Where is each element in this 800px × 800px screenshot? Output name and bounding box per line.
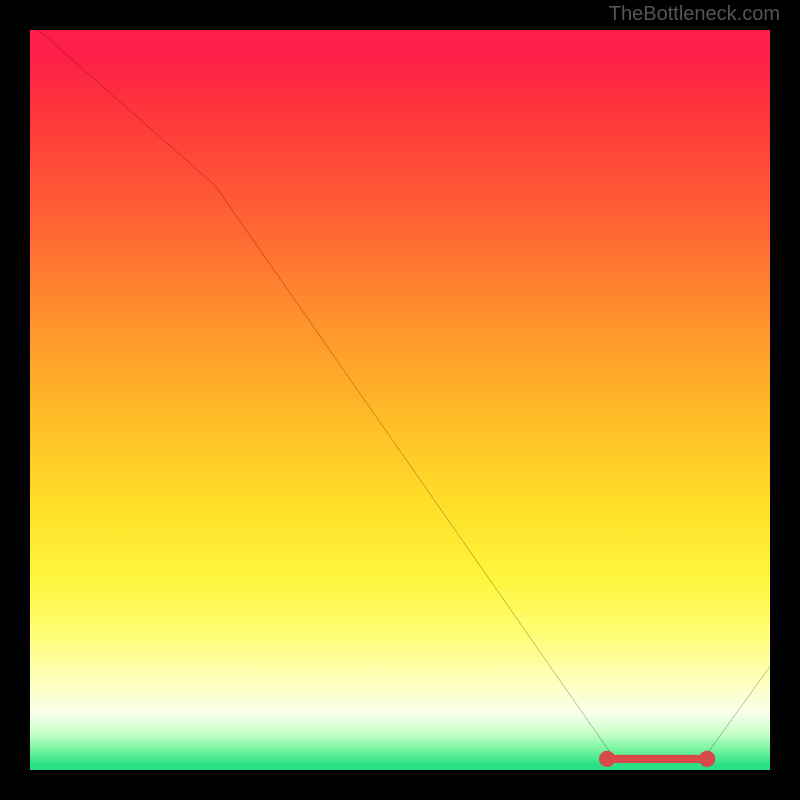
chart-overlay: [30, 30, 770, 770]
watermark-text: TheBottleneck.com: [609, 3, 780, 26]
bottleneck-curve: [30, 23, 770, 759]
frame: [0, 770, 800, 800]
highlight-band: [599, 751, 715, 767]
chart-container: TheBottleneck.com: [0, 0, 800, 800]
frame: [0, 0, 30, 800]
frame: [770, 0, 800, 800]
